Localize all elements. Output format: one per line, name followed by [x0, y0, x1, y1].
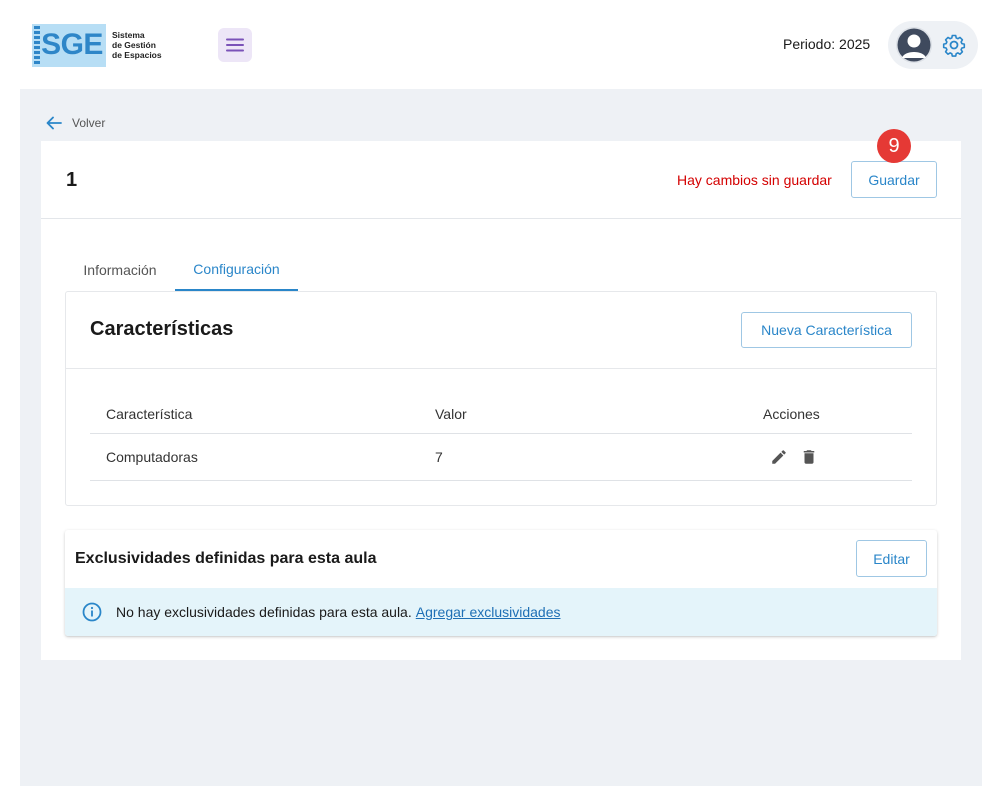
table-row: Computadoras 7	[90, 434, 912, 481]
app-frame: SGE Sistema de Gestión de Espacios Perio…	[0, 0, 1002, 786]
avatar-icon[interactable]	[896, 27, 932, 63]
logo-text: Sistema de Gestión de Espacios	[112, 30, 162, 60]
caracteristicas-table: Característica Valor Acciones Computador…	[90, 391, 912, 481]
logo-mark: SGE	[32, 23, 106, 67]
pencil-icon[interactable]	[770, 448, 788, 466]
aula-card: 1 Hay cambios sin guardar Guardar 9 Info…	[41, 129, 961, 660]
logo-stripes	[34, 25, 40, 65]
exclusividades-empty-message: No hay exclusividades definidas para est…	[116, 604, 412, 620]
sge-logo[interactable]: SGE Sistema de Gestión de Espacios	[32, 23, 172, 67]
exclusividades-panel: Exclusividades definidas para esta aula …	[65, 530, 937, 636]
caracteristicas-panel: Características Nueva Característica Car…	[65, 291, 937, 506]
back-label: Volver	[72, 116, 106, 130]
edit-exclusividades-button[interactable]: Editar	[856, 540, 927, 577]
info-icon	[82, 602, 102, 622]
logo-letters: SGE	[41, 28, 103, 61]
card-header: 1 Hay cambios sin guardar Guardar 9	[41, 129, 961, 219]
column-header-acciones: Acciones	[763, 406, 820, 422]
table-header: Característica Valor Acciones	[90, 391, 912, 434]
arrow-left-icon	[46, 116, 62, 130]
new-caracteristica-button[interactable]: Nueva Característica	[741, 312, 912, 348]
add-exclusividades-link[interactable]: Agregar exclusividades	[416, 604, 561, 620]
user-menu[interactable]	[888, 21, 978, 69]
tab-informacion[interactable]: Información	[65, 249, 175, 291]
periodo-label: Periodo: 2025	[783, 36, 871, 52]
logo-line-1: Sistema	[112, 30, 145, 40]
gear-icon[interactable]	[942, 33, 966, 57]
column-header-caracteristica: Característica	[106, 406, 193, 422]
save-button[interactable]: Guardar	[851, 161, 937, 198]
menu-toggle-button[interactable]	[218, 28, 252, 62]
menu-icon	[226, 38, 244, 52]
tab-configuracion[interactable]: Configuración	[175, 249, 298, 291]
trash-icon[interactable]	[800, 448, 818, 466]
caracteristicas-title: Características	[90, 318, 234, 340]
cell-caracteristica: Computadoras	[106, 449, 198, 465]
unsaved-changes-message: Hay cambios sin guardar	[677, 172, 832, 188]
top-header: SGE Sistema de Gestión de Espacios Perio…	[0, 0, 1002, 89]
cell-valor: 7	[435, 449, 443, 465]
back-link[interactable]: Volver	[46, 116, 105, 130]
logo-line-2: de Gestión	[112, 40, 156, 50]
row-actions	[770, 434, 818, 480]
exclusividades-info-alert: No hay exclusividades definidas para est…	[65, 588, 937, 636]
step-badge: 9	[877, 129, 911, 163]
column-header-valor: Valor	[435, 406, 467, 422]
logo-line-3: de Espacios	[112, 50, 162, 60]
page-title: 1	[66, 169, 78, 191]
caracteristicas-header: Características Nueva Característica	[66, 292, 936, 369]
exclusividades-title: Exclusividades definidas para esta aula	[75, 550, 377, 567]
